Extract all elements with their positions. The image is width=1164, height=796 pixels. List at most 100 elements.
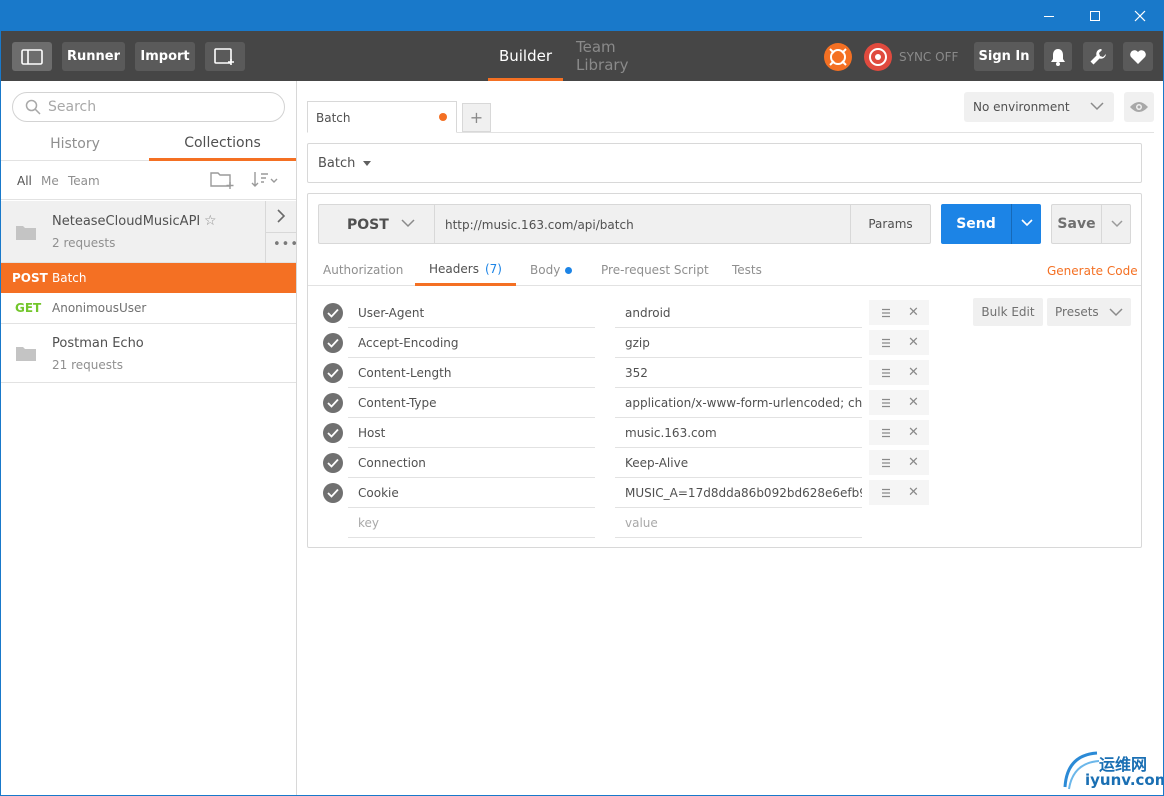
search-input[interactable]: [48, 98, 273, 116]
header-key-field[interactable]: Content-Length: [348, 358, 595, 388]
drag-handle[interactable]: [881, 427, 891, 442]
delete-icon[interactable]: ✕: [908, 425, 919, 440]
url-input[interactable]: [445, 216, 841, 234]
tab-headers[interactable]: Headers (7): [415, 254, 516, 286]
request-name-bar[interactable]: Batch: [307, 143, 1142, 183]
headers-count: (7): [484, 261, 502, 276]
drag-handle-icon: [882, 398, 890, 408]
team-library-tab[interactable]: Team Library: [576, 31, 671, 81]
new-key-field[interactable]: key: [348, 508, 595, 538]
builder-main: Batch + No environment Batch POST Params: [298, 81, 1163, 795]
tab-collections[interactable]: Collections: [149, 127, 296, 161]
drag-handle[interactable]: [881, 457, 891, 472]
header-value-field[interactable]: 352: [615, 358, 862, 388]
bulk-edit-button[interactable]: Bulk Edit: [973, 298, 1043, 326]
chevron-down-icon: [401, 219, 415, 228]
import-button[interactable]: Import: [135, 42, 195, 71]
tab-prerequest-script[interactable]: Pre-request Script: [601, 254, 709, 286]
environment-quick-look-button[interactable]: [1124, 92, 1154, 122]
new-collection-icon[interactable]: [210, 170, 236, 190]
drag-handle[interactable]: [881, 337, 891, 352]
header-value-field[interactable]: application/x-www-form-urlencoded; cha: [615, 388, 862, 418]
minimize-button[interactable]: [1026, 1, 1072, 31]
drag-handle[interactable]: [881, 367, 891, 382]
drag-handle[interactable]: [881, 397, 891, 412]
header-row: Connection Keep-Alive ✕: [318, 448, 933, 478]
delete-icon[interactable]: ✕: [908, 305, 919, 320]
header-row-actions: ✕: [869, 390, 929, 415]
heart-button[interactable]: [1123, 42, 1153, 71]
sync-icon[interactable]: [864, 43, 892, 71]
header-row-actions: ✕: [869, 330, 929, 355]
method-select[interactable]: POST: [318, 204, 434, 244]
params-button[interactable]: Params: [850, 204, 931, 244]
collection-item[interactable]: NeteaseCloudMusicAPI 2 requests ☆ •••: [1, 201, 299, 263]
delete-icon[interactable]: ✕: [908, 365, 919, 380]
request-item-active[interactable]: POST Batch: [1, 263, 296, 293]
save-options-button[interactable]: [1101, 204, 1131, 244]
header-enabled-checkbox[interactable]: [323, 363, 343, 383]
toggle-sidebar-button[interactable]: [12, 42, 52, 71]
plus-icon: +: [469, 108, 484, 127]
wrench-icon: [1090, 48, 1106, 64]
environment-select[interactable]: No environment: [964, 92, 1114, 122]
star-icon[interactable]: ☆: [204, 213, 217, 229]
header-value-field[interactable]: android: [615, 298, 862, 328]
delete-icon[interactable]: ✕: [908, 455, 919, 470]
delete-icon[interactable]: ✕: [908, 395, 919, 410]
builder-tab[interactable]: Builder: [488, 31, 563, 81]
sign-in-button[interactable]: Sign In: [974, 42, 1034, 71]
header-enabled-checkbox[interactable]: [323, 483, 343, 503]
header-enabled-checkbox[interactable]: [323, 423, 343, 443]
header-key-field[interactable]: Accept-Encoding: [348, 328, 595, 358]
generate-code-link[interactable]: Generate Code: [1047, 264, 1138, 278]
filter-all[interactable]: All: [17, 174, 32, 188]
interceptor-icon[interactable]: [824, 43, 852, 71]
header-enabled-checkbox[interactable]: [323, 303, 343, 323]
header-value-field[interactable]: music.163.com: [615, 418, 862, 448]
header-key-field[interactable]: Connection: [348, 448, 595, 478]
more-icon[interactable]: •••: [273, 237, 299, 252]
maximize-button[interactable]: [1072, 1, 1118, 31]
request-item[interactable]: GET AnonimousUser: [1, 293, 296, 324]
filter-me[interactable]: Me: [41, 174, 59, 188]
caret-down-icon: [363, 161, 371, 166]
collection-name: NeteaseCloudMusicAPI: [52, 214, 201, 229]
header-value-field[interactable]: MUSIC_A=17d8dda86b092bd628e6efb95: [615, 478, 862, 508]
header-value-field[interactable]: Keep-Alive: [615, 448, 862, 478]
settings-button[interactable]: [1083, 42, 1113, 71]
request-tab[interactable]: Batch: [307, 101, 457, 133]
send-options-button[interactable]: [1011, 204, 1041, 244]
sort-icon[interactable]: [250, 170, 280, 190]
drag-handle[interactable]: [881, 487, 891, 502]
tab-history[interactable]: History: [1, 127, 149, 161]
header-key-field[interactable]: Cookie: [348, 478, 595, 508]
new-value-field[interactable]: value: [615, 508, 862, 538]
tab-authorization[interactable]: Authorization: [323, 254, 403, 286]
tab-tests[interactable]: Tests: [732, 254, 762, 286]
tab-body[interactable]: Body: [530, 254, 573, 286]
save-button[interactable]: Save: [1051, 204, 1101, 244]
chevron-right-icon[interactable]: [275, 208, 287, 224]
header-enabled-checkbox[interactable]: [323, 333, 343, 353]
header-enabled-checkbox[interactable]: [323, 393, 343, 413]
notifications-button[interactable]: [1044, 42, 1072, 71]
delete-icon[interactable]: ✕: [908, 335, 919, 350]
header-key-field[interactable]: Content-Type: [348, 388, 595, 418]
filter-team[interactable]: Team: [68, 174, 100, 188]
runner-button[interactable]: Runner: [62, 42, 125, 71]
presets-button[interactable]: Presets: [1047, 298, 1131, 326]
new-window-button[interactable]: [205, 42, 245, 71]
header-enabled-checkbox[interactable]: [323, 453, 343, 473]
header-key-field[interactable]: User-Agent: [348, 298, 595, 328]
delete-icon[interactable]: ✕: [908, 485, 919, 500]
close-button[interactable]: [1117, 1, 1163, 31]
send-button[interactable]: Send: [941, 204, 1011, 244]
add-tab-button[interactable]: +: [462, 103, 491, 132]
drag-handle[interactable]: [881, 307, 891, 322]
unsaved-indicator: [439, 113, 447, 121]
header-key-field[interactable]: Host: [348, 418, 595, 448]
header-row-actions: ✕: [869, 420, 929, 445]
header-value-field[interactable]: gzip: [615, 328, 862, 358]
collection-item[interactable]: Postman Echo 21 requests: [1, 325, 296, 383]
